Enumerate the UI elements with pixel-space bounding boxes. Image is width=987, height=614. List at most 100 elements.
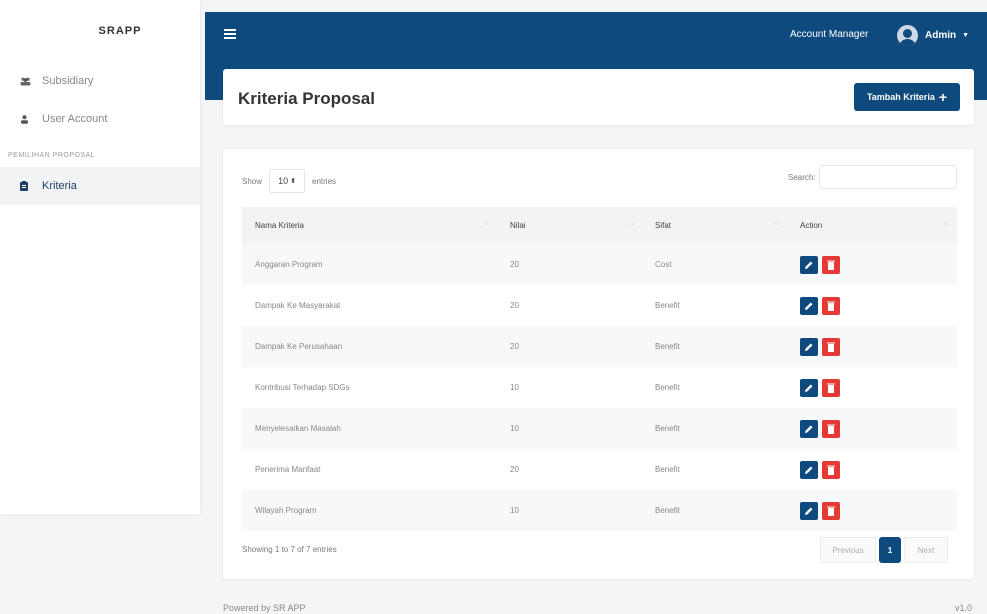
row-actions — [800, 337, 957, 356]
table-row: Penerima Manfaat 20 Benefit — [242, 449, 957, 490]
table-row: Dampak Ke Perusahaan 20 Benefit — [242, 326, 957, 367]
pencil-icon — [805, 425, 813, 433]
footer-credit: Powered by SR APP — [223, 603, 306, 613]
user-icon — [20, 114, 42, 124]
page-1-button[interactable]: 1 — [879, 537, 901, 563]
table-header-row: Nama Kriteria ↑↓ Nilai ↑↓ Sifat ↑↓ Action ↑↓ — [242, 207, 957, 244]
column-header-nilai[interactable]: Nilai ↑↓ — [497, 207, 642, 244]
entries-length-control: Show 10 ⬍ entries — [242, 169, 336, 193]
column-header-sifat[interactable]: Sifat ↑↓ — [642, 207, 787, 244]
cell-nilai: 10 — [510, 424, 519, 433]
previous-page-button[interactable]: Previous — [820, 537, 876, 563]
cell-action — [787, 490, 957, 531]
entries-select[interactable]: 10 ⬍ — [269, 169, 306, 193]
delete-button[interactable] — [822, 460, 840, 479]
cell-action — [787, 244, 957, 285]
delete-button[interactable] — [822, 419, 840, 438]
next-page-button[interactable]: Next — [904, 537, 948, 563]
pencil-icon — [805, 343, 813, 351]
sidebar-item-user-account[interactable]: User Account — [0, 100, 200, 138]
user-menu-dropdown[interactable]: Admin ▼ — [897, 25, 969, 46]
row-actions — [800, 501, 957, 520]
edit-button[interactable] — [800, 460, 818, 479]
row-actions — [800, 255, 957, 274]
sidebar-item-label: User Account — [42, 113, 108, 125]
cell-sifat: Benefit — [655, 383, 680, 392]
sidebar-item-subsidiary[interactable]: Subsidiary — [0, 62, 200, 100]
edit-button[interactable] — [800, 296, 818, 315]
cell-nama: Kontribusi Terhadap SDGs — [255, 383, 350, 392]
cell-nama: Wilayah Program — [255, 506, 317, 515]
cell-action — [787, 326, 957, 367]
cell-action — [787, 285, 957, 326]
row-actions — [800, 419, 957, 438]
entries-select-value: 10 — [278, 176, 289, 186]
cell-nilai: 20 — [510, 465, 519, 474]
hamburger-menu-icon[interactable] — [224, 29, 236, 39]
users-icon — [20, 77, 42, 86]
trash-icon — [827, 342, 835, 352]
trash-icon — [827, 424, 835, 434]
row-actions — [800, 460, 957, 479]
cell-sifat: Benefit — [655, 342, 680, 351]
account-manager-link[interactable]: Account Manager — [790, 29, 868, 40]
sort-icon: ↑↓ — [628, 221, 634, 227]
cell-action — [787, 408, 957, 449]
cell-nilai: 20 — [510, 260, 519, 269]
trash-icon — [827, 260, 835, 270]
pencil-icon — [805, 507, 813, 515]
entries-label: entries — [312, 176, 337, 186]
sidebar-section-heading: PEMILIHAN PROPOSAL — [8, 152, 96, 159]
delete-button[interactable] — [822, 337, 840, 356]
edit-button[interactable] — [800, 255, 818, 274]
add-kriteria-button[interactable]: Tambah Kriteria + — [854, 83, 960, 111]
page-header-card: Kriteria Proposal Tambah Kriteria + — [223, 69, 974, 125]
table-row: Anggaran Program 20 Cost — [242, 244, 957, 285]
brand-logo[interactable]: SRAPP — [0, 0, 200, 62]
table-row: Wilayah Program 10 Benefit — [242, 490, 957, 531]
cell-sifat: Benefit — [655, 301, 680, 310]
cell-sifat: Benefit — [655, 506, 680, 515]
edit-button[interactable] — [800, 501, 818, 520]
edit-button[interactable] — [800, 337, 818, 356]
kriteria-table-card: Show 10 ⬍ entries Search: Nama Kriteria ↑… — [223, 149, 974, 579]
search-input[interactable] — [818, 165, 957, 189]
cell-nama: Dampak Ke Masyarakat — [255, 301, 341, 310]
search-label: Search: — [788, 172, 816, 182]
delete-button[interactable] — [822, 501, 840, 520]
table-row: Kontribusi Terhadap SDGs 10 Benefit — [242, 367, 957, 408]
row-actions — [800, 296, 957, 315]
select-arrows-icon: ⬍ — [290, 178, 296, 185]
sort-icon: ↑↓ — [943, 221, 949, 227]
pencil-icon — [805, 302, 813, 310]
delete-button[interactable] — [822, 296, 840, 315]
cell-nama: Menyelesaikan Masalah — [255, 424, 341, 433]
trash-icon — [827, 301, 835, 311]
column-header-action[interactable]: Action ↑↓ — [787, 207, 957, 244]
delete-button[interactable] — [822, 378, 840, 397]
clipboard-icon — [20, 181, 42, 191]
search-control: Search: — [788, 165, 957, 189]
cell-nilai: 10 — [510, 506, 519, 515]
cell-sifat: Cost — [655, 260, 672, 269]
column-header-nama[interactable]: Nama Kriteria ↑↓ — [242, 207, 497, 244]
table-row: Menyelesaikan Masalah 10 Benefit — [242, 408, 957, 449]
trash-icon — [827, 383, 835, 393]
edit-button[interactable] — [800, 378, 818, 397]
cell-action — [787, 449, 957, 490]
delete-button[interactable] — [822, 255, 840, 274]
sidebar-item-kriteria[interactable]: Kriteria — [0, 167, 200, 205]
sidebar-item-label: Subsidiary — [42, 75, 94, 87]
cell-nilai: 10 — [510, 383, 519, 392]
footer-version: v1.0 — [955, 603, 973, 613]
cell-sifat: Benefit — [655, 424, 680, 433]
add-kriteria-label: Tambah Kriteria — [866, 92, 935, 102]
avatar — [897, 25, 918, 46]
cell-nama: Anggaran Program — [255, 260, 323, 269]
page-title: Kriteria Proposal — [238, 89, 375, 108]
trash-icon — [827, 506, 835, 516]
kriteria-table: Nama Kriteria ↑↓ Nilai ↑↓ Sifat ↑↓ Action ↑↓… — [242, 207, 957, 531]
user-name: Admin — [925, 30, 957, 41]
pencil-icon — [805, 466, 813, 474]
edit-button[interactable] — [800, 419, 818, 438]
